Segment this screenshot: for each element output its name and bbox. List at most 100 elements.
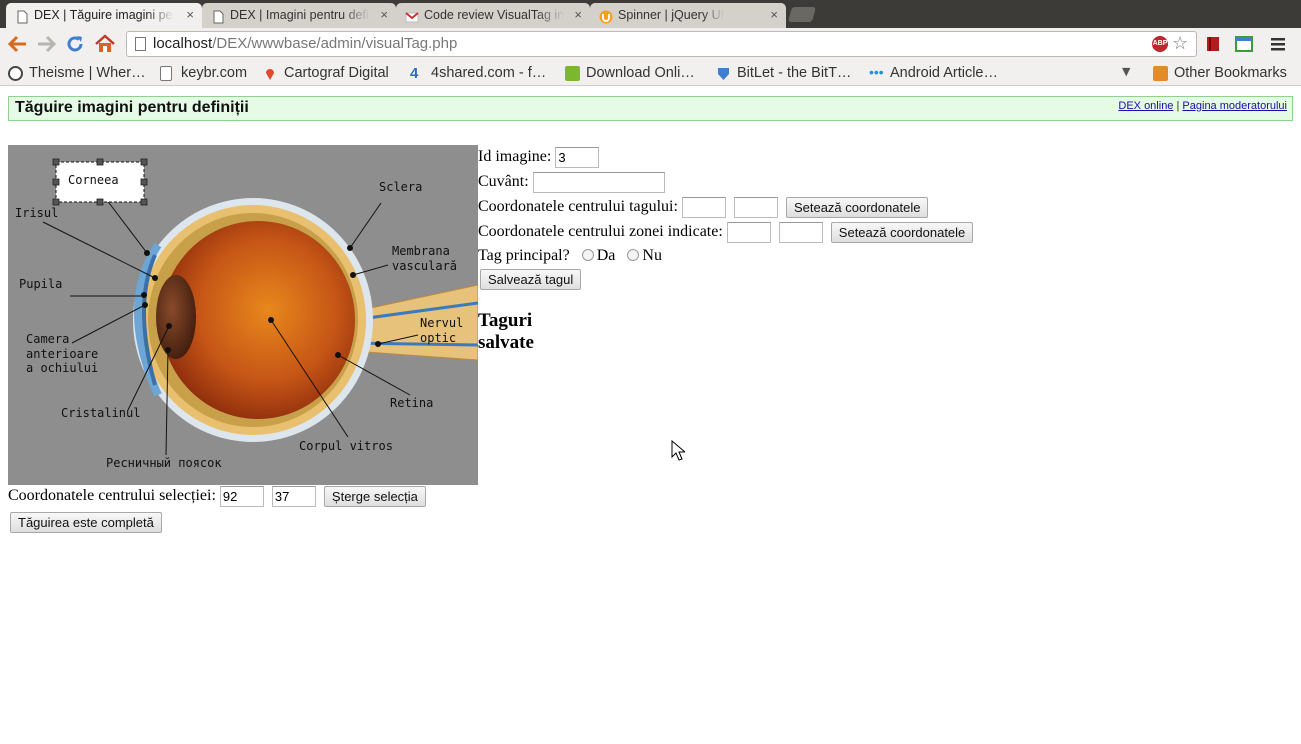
tab-title: DEX | Imagini pentru definiții: [230, 8, 370, 22]
zone-center-row: Coordonatele centrului zonei indicate: S…: [478, 221, 974, 243]
bookmark-label: Cartograf Digital: [284, 65, 389, 81]
label-corpul: Corpul vitros: [299, 439, 393, 453]
label-corneea: Corneea: [68, 173, 119, 187]
bookmark-label: Download Onli…: [586, 65, 695, 81]
header-links: DEX online | Pagina moderatorului: [1118, 100, 1287, 112]
label-camera: anterioare: [26, 347, 98, 361]
radio-no-label: Nu: [642, 247, 662, 264]
menu-icon[interactable]: [1267, 32, 1291, 56]
tab-title: Code review VisualTag info: [424, 8, 564, 22]
page-header: Tăguire imagini pentru definiții DEX onl…: [8, 96, 1293, 121]
adblock-icon[interactable]: ABP: [1152, 36, 1168, 52]
page-icon: [135, 37, 146, 51]
selection-x-input[interactable]: [219, 486, 264, 507]
close-tab-icon[interactable]: ×: [574, 3, 582, 27]
moderator-page-link[interactable]: Pagina moderatorului: [1182, 100, 1287, 112]
page-icon: [15, 8, 29, 24]
bookmark-item[interactable]: Cartograf Digital: [263, 63, 389, 83]
bookmark-item[interactable]: Download Onli…: [565, 63, 695, 83]
radio-yes-label: Da: [596, 247, 616, 264]
bookmark-item[interactable]: Theisme | Wher…: [8, 63, 146, 83]
bookmarks-bar: Theisme | Wher… keybr.com Cartograf Digi…: [0, 60, 1301, 86]
bookmark-item[interactable]: ••• Android Article…: [869, 63, 998, 83]
set-tag-coords-button[interactable]: Setează coordonatele: [785, 196, 929, 218]
page-icon: [160, 66, 172, 81]
word-input[interactable]: [532, 171, 665, 193]
tab-title: DEX | Tăguire imagini pentru definiții: [34, 8, 174, 22]
tag-center-y-input[interactable]: [733, 196, 778, 218]
saved-tags-heading: Taguri salvate: [478, 310, 534, 353]
other-bookmarks[interactable]: Other Bookmarks: [1153, 63, 1287, 83]
set-zone-coords-button[interactable]: Setează coordonatele: [830, 221, 974, 243]
back-icon[interactable]: [6, 32, 30, 56]
bookmark-label: Theisme | Wher…: [29, 65, 146, 81]
url-host: localhost: [153, 35, 213, 52]
close-tab-icon[interactable]: ×: [380, 3, 388, 27]
tag-center-x-input[interactable]: [681, 196, 726, 218]
bookmark-star-icon[interactable]: ☆: [1172, 32, 1188, 56]
close-tab-icon[interactable]: ×: [186, 3, 194, 27]
zone-center-x-input[interactable]: [726, 221, 771, 243]
chevron-down-icon[interactable]: ▼: [1122, 65, 1130, 78]
link-separator: |: [1176, 100, 1180, 112]
page-title: Tăguire imagini pentru definiții: [15, 99, 249, 116]
close-tab-icon[interactable]: ×: [770, 3, 778, 27]
extension-book-icon[interactable]: [1201, 32, 1225, 56]
complete-row: Tăguirea este completă: [10, 512, 162, 533]
dex-online-link[interactable]: DEX online: [1118, 100, 1173, 112]
label-resnichnyi: Ресничный поясок: [106, 456, 222, 470]
address-bar[interactable]: localhost/DEX/wwwbase/admin/visualTag.ph…: [126, 31, 1197, 57]
tab-jquery-spinner[interactable]: Spinner | jQuery UI ×: [590, 3, 786, 28]
eye-diagram-image[interactable]: Irisul Pupila Camera anterioare a ochiul…: [8, 145, 478, 485]
selection-box[interactable]: Corneea: [52, 158, 148, 206]
tab-gmail[interactable]: Code review VisualTag info ×: [396, 3, 590, 28]
clear-selection-button[interactable]: Șterge selecția: [323, 486, 426, 507]
tab-visualtag[interactable]: DEX | Tăguire imagini pentru definiții ×: [6, 3, 202, 28]
save-tag-button[interactable]: Salvează tagul: [480, 268, 582, 290]
url-path: /DEX/wwwbase/admin/visualTag.php: [212, 35, 458, 52]
tagging-complete-button[interactable]: Tăguirea este completă: [10, 512, 162, 533]
radio-no[interactable]: [627, 249, 640, 261]
label-retina: Retina: [390, 396, 433, 410]
wordpress-icon: [8, 66, 23, 81]
dots-icon: •••: [869, 64, 884, 80]
bookmark-label: Other Bookmarks: [1174, 65, 1287, 81]
image-id-input[interactable]: [555, 146, 600, 168]
tab-strip: DEX | Tăguire imagini pentru definiții ×…: [0, 0, 1301, 28]
zone-center-y-input[interactable]: [778, 221, 823, 243]
label-camera: Camera: [26, 332, 69, 346]
radio-yes[interactable]: [581, 249, 594, 261]
tab-title: Spinner | jQuery UI: [618, 8, 725, 22]
reload-icon[interactable]: [63, 32, 87, 56]
label-irisul: Irisul: [15, 206, 58, 220]
download-icon: [565, 66, 580, 81]
word-label: Cuvânt:: [478, 173, 529, 190]
bookmark-item[interactable]: keybr.com: [160, 63, 247, 83]
label-nervul: optic: [420, 331, 456, 345]
image-id-row: Id imagine:: [478, 146, 600, 168]
extension-calendar-icon[interactable]: [1232, 32, 1256, 56]
image-id-label: Id imagine:: [478, 148, 552, 165]
selection-row: Coordonatele centrului selecției: Șterge…: [8, 486, 426, 507]
map-pin-icon: [263, 66, 278, 81]
label-membrana: vasculară: [392, 259, 457, 273]
forward-icon[interactable]: [34, 32, 58, 56]
bookmark-label: Android Article…: [890, 65, 998, 81]
gmail-icon: [405, 8, 419, 23]
label-cristalinul: Cristalinul: [61, 406, 140, 420]
folder-icon: [1153, 66, 1168, 81]
zone-center-label: Coordonatele centrului zonei indicate:: [478, 223, 723, 240]
word-row: Cuvânt:: [478, 171, 665, 193]
label-membrana: Membrana: [392, 244, 450, 258]
browser-toolbar: localhost/DEX/wwwbase/admin/visualTag.ph…: [0, 28, 1301, 60]
bookmark-item[interactable]: BitLet - the BitT…: [716, 63, 851, 83]
new-tab-button[interactable]: [787, 7, 817, 22]
home-icon[interactable]: [93, 32, 117, 56]
bookmark-label: BitLet - the BitT…: [737, 65, 852, 81]
4shared-icon: 4: [410, 65, 419, 82]
bookmark-item[interactable]: 4 4shared.com - f…: [410, 63, 546, 83]
selection-y-input[interactable]: [271, 486, 316, 507]
tab-images[interactable]: DEX | Imagini pentru definiții ×: [202, 3, 396, 28]
page-icon: [211, 8, 225, 24]
bookmark-label: 4shared.com - f…: [431, 65, 547, 81]
